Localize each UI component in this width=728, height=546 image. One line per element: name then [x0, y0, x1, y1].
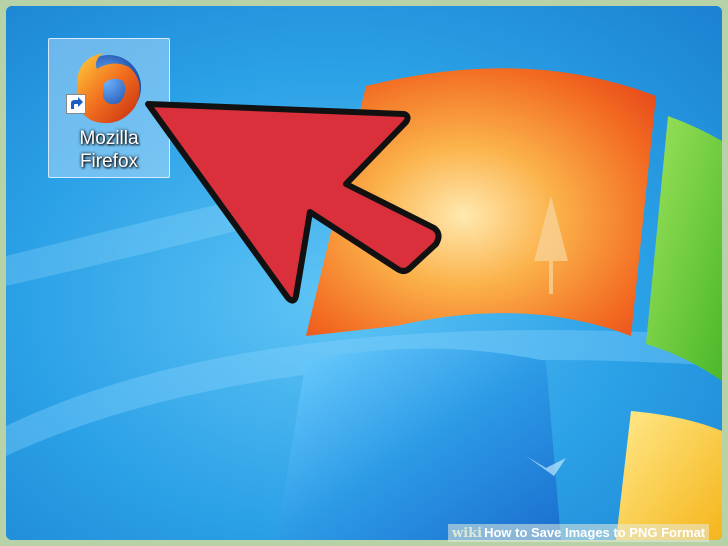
watermark-brand: wiki — [452, 526, 483, 541]
watermark: wiki How to Save Images to PNG Format — [448, 524, 710, 542]
red-arrow-icon — [145, 101, 442, 304]
watermark-text: How to Save Images to PNG Format — [484, 525, 706, 540]
desktop-screen: Mozilla Firefox — [6, 6, 722, 540]
image-frame: Mozilla Firefox wiki How to Save Images t… — [0, 0, 728, 546]
